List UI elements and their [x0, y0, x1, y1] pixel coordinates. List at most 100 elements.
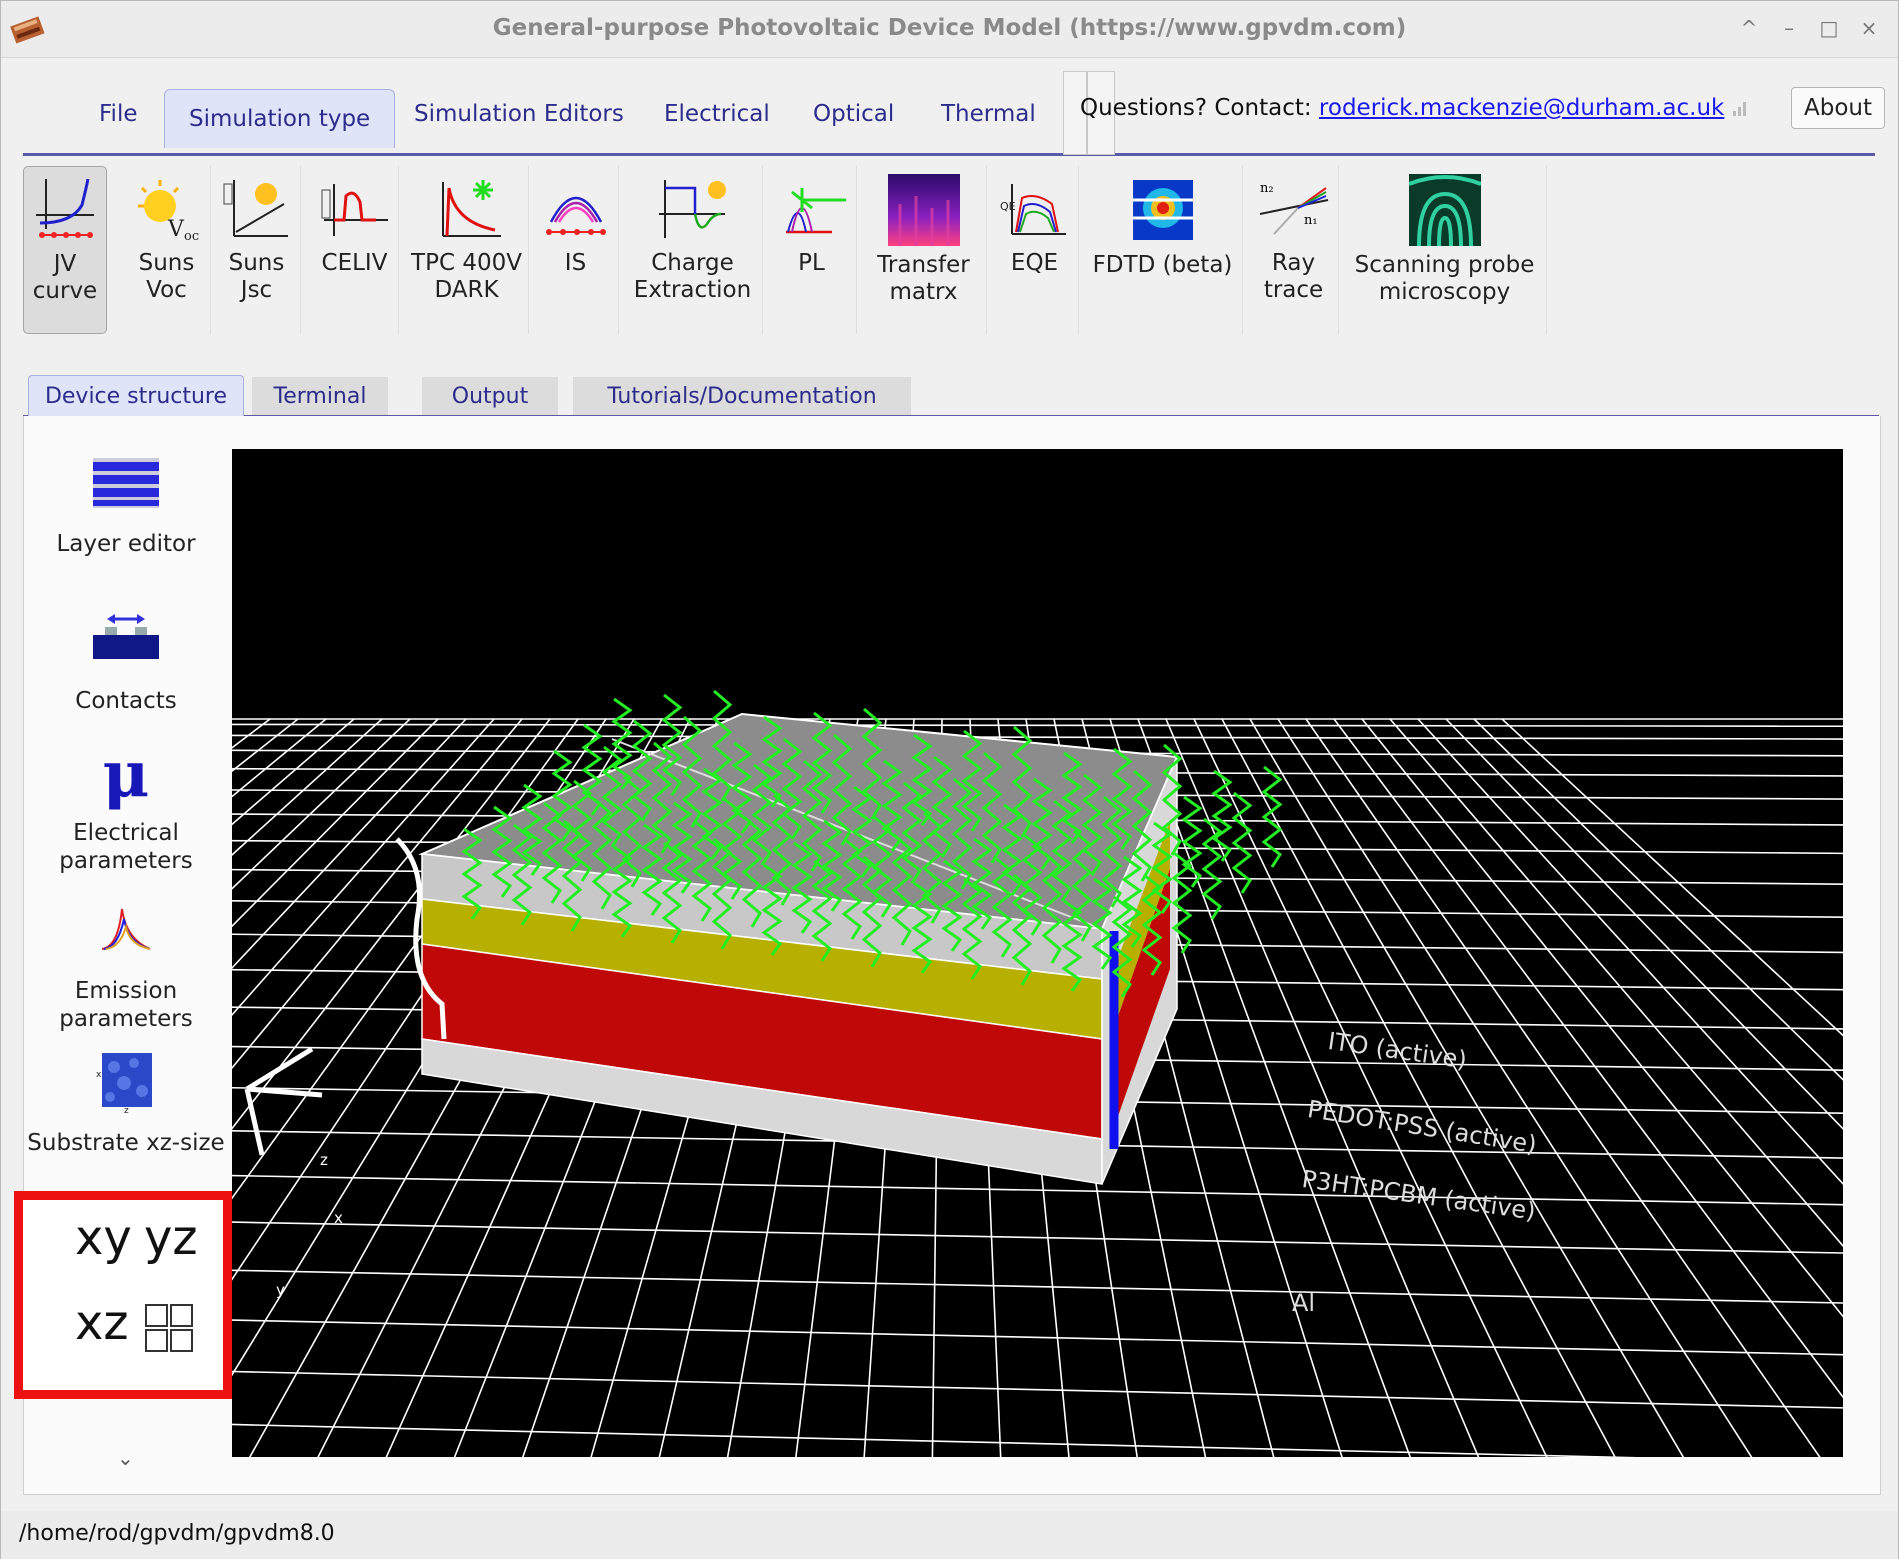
contact-info: Questions? Contact: roderick.mackenzie@d… [1080, 95, 1724, 121]
suns-voc-button[interactable]: Voc Suns Voc [123, 166, 211, 334]
contacts-icon [93, 614, 159, 659]
four-view-grid-icon[interactable] [144, 1303, 194, 1353]
charge-extraction-icon [658, 180, 726, 238]
tab-file[interactable]: File [99, 101, 138, 127]
floor-grid-line [1445, 718, 1843, 1130]
floor-grid-line [232, 1319, 1843, 1356]
layer-label-al: Al [1292, 1289, 1316, 1317]
scanning-probe-button[interactable]: Scanning probe microscopy [1343, 166, 1547, 334]
axis-z [245, 1046, 314, 1092]
device-3d-view[interactable]: ITO (active) PEDOT:PSS (active) P3HT:PCB… [232, 449, 1843, 1457]
tpc-icon [441, 180, 501, 237]
tool-label: FDTD (beta) [1092, 252, 1233, 278]
tool-label: Charge Extraction [633, 250, 752, 303]
floor-grid-line [232, 1370, 1843, 1409]
sub-tab-bar: Device structure Terminal Output Tutoria… [23, 373, 1879, 418]
jv-curve-icon [36, 178, 94, 238]
maximize-button[interactable]: □ [1814, 13, 1844, 43]
tab-simulation-editors[interactable]: Simulation Editors [414, 101, 624, 127]
electrical-parameters-button[interactable]: μ Electrical parameters [21, 739, 231, 875]
tool-label: Ray trace [1263, 250, 1324, 303]
tab-electrical[interactable]: Electrical [664, 101, 770, 127]
tool-label: Transfer matrx [877, 252, 970, 305]
ray-trace-icon: n₂ n₁ [1259, 181, 1328, 235]
tool-label: EQE [1010, 250, 1059, 276]
pl-icon [785, 188, 846, 234]
charge-extraction-button[interactable]: Charge Extraction [623, 166, 763, 334]
tool-label: Suns Voc [138, 250, 195, 303]
fdtd-icon [1132, 180, 1193, 240]
contact-email-link[interactable]: roderick.mackenzie@durham.ac.uk [1319, 95, 1724, 121]
impedance-icon [545, 196, 606, 235]
sidebar-item-label: Emission parameters [59, 978, 193, 1032]
photon-ray [1181, 795, 1203, 888]
substrate-size-button[interactable]: x z Substrate xz-size [21, 1051, 231, 1157]
axis-label-x: x [334, 1209, 343, 1227]
layer-editor-button[interactable]: Layer editor [21, 456, 231, 558]
expand-more-icon[interactable]: ⌄ [117, 1446, 134, 1470]
floor-grid-line [232, 1269, 1843, 1304]
emission-icon [101, 908, 151, 950]
xy-view-button[interactable]: xy [75, 1210, 132, 1266]
tool-label: Scanning probe microscopy [1354, 252, 1535, 305]
tab-simulation-type[interactable]: Simulation type [164, 89, 396, 148]
xz-view-button[interactable]: xz [75, 1295, 129, 1351]
minimize-button[interactable]: – [1774, 13, 1804, 43]
celiv-button[interactable]: CELIV [311, 166, 399, 334]
contacts-button[interactable]: Contacts [21, 613, 231, 715]
floor-grid-line [232, 1174, 1843, 1206]
about-button[interactable]: About [1791, 87, 1885, 129]
axis-label-z: z [320, 1151, 328, 1169]
fdtd-button[interactable]: FDTD (beta) [1083, 166, 1243, 334]
scanning-probe-icon [1408, 174, 1481, 246]
sidebar-item-label: Substrate xz-size [27, 1130, 225, 1156]
impedance-button[interactable]: IS [533, 166, 619, 334]
yz-view-button[interactable]: yz [144, 1210, 198, 1266]
eqe-button[interactable]: QE EQE [991, 166, 1079, 334]
tool-label: IS [564, 250, 587, 276]
sidebar-item-label: Contacts [75, 688, 177, 714]
view-selector-panel: xy yz xz [14, 1191, 232, 1399]
tab-terminal[interactable]: Terminal [252, 377, 388, 415]
svg-text:z: z [124, 1106, 129, 1113]
emission-parameters-button[interactable]: Emission parameters [21, 899, 231, 1033]
tab-tutorials[interactable]: Tutorials/Documentation [573, 377, 911, 415]
jv-curve-button[interactable]: JV curve [23, 166, 107, 334]
tool-label: PL [798, 250, 825, 276]
svg-text:x: x [96, 1070, 102, 1080]
app-window: General-purpose Photovoltaic Device Mode… [0, 0, 1899, 1559]
tab-optical[interactable]: Optical [813, 101, 894, 127]
photon-ray [1211, 769, 1233, 862]
tab-device-structure[interactable]: Device structure [28, 375, 244, 416]
floor-grid-line [1277, 718, 1753, 1457]
svg-text:n₂: n₂ [1260, 181, 1274, 196]
status-bar: /home/rod/gpvdm/gpvdm8.0 [1, 1511, 1898, 1559]
tpc-button[interactable]: TPC 400V DARK [405, 166, 529, 334]
title-bar: General-purpose Photovoltaic Device Mode… [1, 1, 1898, 58]
floor-grid-line [232, 734, 1843, 740]
suns-jsc-button[interactable]: Suns Jsc [213, 166, 301, 334]
tab-output[interactable]: Output [422, 377, 558, 415]
tool-label: TPC 400V DARK [411, 250, 522, 303]
ray-trace-button[interactable]: n₂ n₁ Ray trace [1249, 166, 1339, 334]
layers-icon [93, 458, 159, 508]
celiv-icon [321, 184, 388, 236]
status-path: /home/rod/gpvdm/gpvdm8.0 [19, 1521, 335, 1546]
svg-text:n₁: n₁ [1304, 213, 1318, 228]
suns-voc-icon: Voc [137, 180, 199, 244]
transfer-matrix-button[interactable]: Transfer matrx [861, 166, 987, 334]
svg-text:V: V [167, 217, 185, 242]
close-button[interactable]: × [1854, 13, 1884, 43]
pl-button[interactable]: PL [767, 166, 857, 334]
photon-ray [1261, 765, 1283, 868]
device-3d-scene [232, 689, 1843, 1457]
eqe-icon: QE [1000, 184, 1066, 235]
signal-icon [1733, 102, 1746, 116]
tool-label: CELIV [321, 250, 388, 276]
sidebar-item-label: Electrical parameters [59, 820, 193, 874]
tab-thermal[interactable]: Thermal [941, 101, 1036, 127]
chevron-up-icon[interactable]: ^ [1734, 13, 1764, 43]
window-title: General-purpose Photovoltaic Device Mode… [492, 15, 1407, 41]
svg-text:oc: oc [184, 229, 199, 244]
tool-label: Suns Jsc [228, 250, 285, 303]
